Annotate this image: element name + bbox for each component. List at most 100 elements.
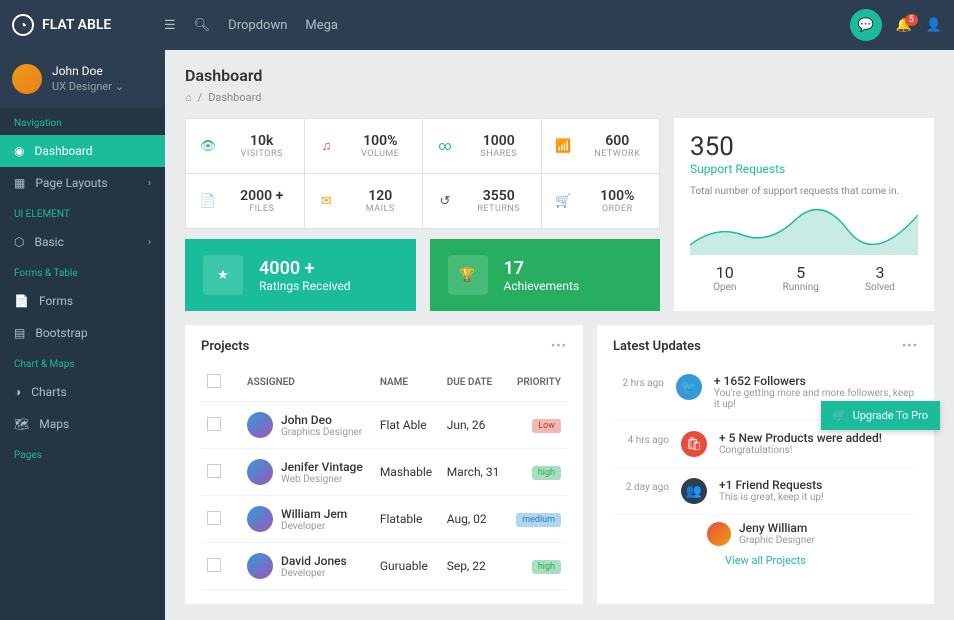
priority-badge: high: [532, 466, 561, 480]
nav-section-header: Forms & Table: [0, 258, 165, 285]
nav-icon: ▦: [14, 176, 25, 190]
trophy-icon: 🏆: [448, 255, 488, 295]
requests-chart: [690, 205, 918, 255]
requests-desc: Total number of support requests that co…: [690, 186, 918, 197]
avatar: [247, 506, 273, 532]
table-row[interactable]: William JemDeveloperFlatableAug, 02mediu…: [201, 496, 567, 543]
cart-icon: 🛒: [833, 409, 847, 422]
sidebar-item-charts[interactable]: ◑Charts: [0, 376, 165, 408]
stat-network[interactable]: 📶600NETWORK: [542, 119, 660, 173]
view-all-link[interactable]: View all Projects: [613, 546, 918, 575]
priority-badge: Low: [532, 419, 561, 433]
stat-icon: ↺: [433, 189, 457, 213]
menu-toggle-icon[interactable]: ☰: [164, 18, 176, 33]
update-icon: 🐦: [676, 374, 702, 400]
ratings-band[interactable]: ★ 4000 + Ratings Received: [185, 239, 416, 311]
sidebar-item-basic[interactable]: ⬡Basic›: [0, 226, 165, 258]
stat-mails[interactable]: ✉120MAILS: [305, 174, 424, 228]
updates-card: Latest Updates ••• 2 hrs ago🐦+ 1652 Foll…: [597, 325, 934, 604]
sidebar-item-maps[interactable]: 🗺Maps: [0, 408, 165, 440]
nav-icon: 📄: [14, 294, 29, 308]
avatar: [247, 412, 273, 438]
stat-icon: 📄: [196, 189, 220, 213]
update-icon: 👥: [681, 478, 707, 504]
main-content: Dashboard ⌂ / Dashboard 👁10kVISITORS♫100…: [165, 50, 954, 620]
nav-icon: ⬡: [14, 235, 24, 249]
nav-icon: ▤: [14, 326, 25, 340]
request-stat-running: 5Running: [783, 263, 819, 293]
nav-section-header: Navigation: [0, 108, 165, 135]
avatar: [247, 553, 273, 579]
sidebar: John Doe UX Designer ⌄ Navigation◉Dashbo…: [0, 50, 165, 620]
support-requests-card: 350 Support Requests Total number of sup…: [674, 118, 934, 311]
sidebar-item-page-layouts[interactable]: ▦Page Layouts›: [0, 167, 165, 199]
stat-icon: 🛒: [552, 189, 576, 213]
projects-card: Projects ••• ASSIGNED NAME DUE DATE PRIO…: [185, 325, 583, 604]
row-checkbox[interactable]: [207, 558, 221, 572]
chat-button[interactable]: 💬: [850, 9, 882, 41]
row-checkbox[interactable]: [207, 511, 221, 525]
breadcrumb[interactable]: ⌂ / Dashboard: [185, 91, 934, 104]
stat-returns[interactable]: ↺3550RETURNS: [423, 174, 542, 228]
updates-menu[interactable]: •••: [902, 339, 918, 354]
sidebar-item-bootstrap[interactable]: ▤Bootstrap: [0, 317, 165, 349]
projects-menu[interactable]: •••: [551, 339, 567, 354]
nav-icon: ◉: [14, 144, 24, 158]
nav-section-header: Chart & Maps: [0, 349, 165, 376]
update-item[interactable]: 2 day ago👥+1 Friend RequestsThis is grea…: [613, 468, 918, 515]
request-stat-solved: 3Solved: [865, 263, 895, 293]
friend-request-person[interactable]: Jeny William Graphic Designer: [707, 521, 918, 546]
user-name: John Doe: [52, 64, 124, 80]
stat-visitors[interactable]: 👁10kVISITORS: [186, 119, 305, 173]
nav-section-header: Pages: [0, 440, 165, 467]
updates-title: Latest Updates: [613, 339, 701, 354]
avatar: [707, 522, 731, 546]
page-title: Dashboard: [185, 66, 934, 85]
upgrade-button[interactable]: 🛒 Upgrade To Pro: [821, 401, 940, 430]
topbar-mega[interactable]: Mega: [305, 18, 338, 33]
stat-files[interactable]: 📄2000 +FILES: [186, 174, 305, 228]
requests-value: 350: [690, 132, 918, 162]
row-checkbox[interactable]: [207, 417, 221, 431]
priority-badge: high: [532, 560, 561, 574]
brand-name: FLAT ABLE: [42, 17, 111, 33]
topbar: ◔ FLAT ABLE ☰ 🔍︎ Dropdown Mega 💬 🔔 5 👤: [0, 0, 954, 50]
requests-title: Support Requests: [690, 162, 918, 176]
brand-logo-icon: ◔: [12, 14, 34, 36]
user-role: UX Designer: [52, 80, 112, 93]
stat-shares[interactable]: ∞1000SHARES: [423, 119, 542, 173]
avatar: [247, 459, 273, 485]
stat-volume[interactable]: ♫100%VOLUME: [305, 119, 424, 173]
nav-icon: 🗺: [14, 417, 29, 431]
select-all-checkbox[interactable]: [207, 374, 221, 388]
sidebar-user[interactable]: John Doe UX Designer ⌄: [0, 50, 165, 108]
sidebar-item-dashboard[interactable]: ◉Dashboard: [0, 135, 165, 167]
priority-badge: medium: [516, 513, 561, 527]
projects-title: Projects: [201, 339, 249, 354]
nav-section-header: UI ELEMENT: [0, 199, 165, 226]
stat-icon: ✉: [315, 189, 339, 213]
chevron-right-icon: ›: [148, 178, 151, 189]
chevron-right-icon: ›: [148, 237, 151, 248]
avatar: [12, 64, 42, 94]
update-icon: 🛍: [681, 431, 707, 457]
home-icon: ⌂: [185, 91, 192, 104]
stat-icon: 📶: [552, 134, 576, 158]
table-row[interactable]: David JonesDeveloperGuruableSep, 22high: [201, 543, 567, 590]
achievements-band[interactable]: 🏆 17 Achievements: [430, 239, 661, 311]
brand[interactable]: ◔ FLAT ABLE: [12, 14, 152, 36]
user-icon[interactable]: 👤: [926, 18, 942, 33]
star-icon: ★: [203, 255, 243, 295]
topbar-dropdown[interactable]: Dropdown: [228, 18, 287, 33]
request-stat-open: 10Open: [713, 263, 736, 293]
stat-order[interactable]: 🛒100%ORDER: [542, 174, 660, 228]
chevron-down-icon: ⌄: [115, 80, 124, 93]
table-row[interactable]: John DeoGraphics DesignerFlat AbleJun, 2…: [201, 402, 567, 449]
table-row[interactable]: Jenifer VintageWeb DesignerMashableMarch…: [201, 449, 567, 496]
nav-icon: ◑: [14, 385, 21, 399]
row-checkbox[interactable]: [207, 464, 221, 478]
sidebar-item-forms[interactable]: 📄Forms: [0, 285, 165, 317]
search-icon[interactable]: 🔍︎: [194, 18, 211, 33]
stat-icon: ♫: [315, 134, 339, 158]
notifications-button[interactable]: 🔔 5: [896, 18, 912, 33]
